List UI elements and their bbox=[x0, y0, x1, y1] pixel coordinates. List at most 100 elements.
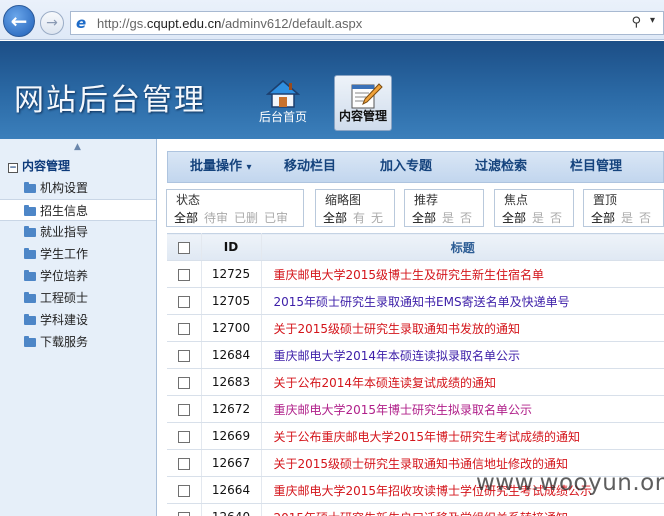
url-domain: cqupt.edu.cn bbox=[146, 16, 222, 31]
folder-icon bbox=[24, 182, 36, 193]
filter-option[interactable]: 否 bbox=[550, 211, 562, 225]
folder-icon bbox=[24, 248, 36, 259]
move-column-button[interactable]: 移动栏目 bbox=[284, 152, 336, 182]
row-title-link[interactable]: 2015年硕士研究生录取通知书EMS寄送名单及快递单号 bbox=[261, 287, 664, 315]
row-id: 12705 bbox=[201, 287, 262, 315]
address-bar[interactable]: e http://gs.cqupt.edu.cn/adminv612/defau… bbox=[70, 11, 664, 35]
notepad-pencil-icon bbox=[351, 83, 383, 109]
filter-option[interactable]: 是 bbox=[442, 211, 454, 225]
batch-operations-button[interactable]: 批量操作 ▾ bbox=[190, 152, 252, 182]
select-all-cell bbox=[167, 233, 202, 261]
sidebar-item-admissions[interactable]: 招生信息 bbox=[0, 199, 156, 221]
row-checkbox[interactable] bbox=[177, 268, 190, 281]
url-path: /adminv612/default.aspx bbox=[221, 16, 363, 31]
row-title-link[interactable]: 关于公布重庆邮电大学2015年博士研究生考试成绩的通知 bbox=[261, 422, 664, 450]
table-header-row: ID 标题 bbox=[167, 233, 664, 261]
table-row: 12705 2015年硕士研究生录取通知书EMS寄送名单及快递单号 bbox=[167, 287, 664, 315]
row-checkbox[interactable] bbox=[177, 511, 190, 516]
row-title-link[interactable]: 2015年硕士研究生新生户口迁移及党组织关系转接通知 bbox=[261, 503, 664, 516]
filter-status: 状态 全部 待审 已删 已审 bbox=[166, 189, 304, 227]
row-id: 12725 bbox=[201, 260, 262, 288]
row-id: 12672 bbox=[201, 395, 262, 423]
row-checkbox[interactable] bbox=[177, 430, 190, 443]
watermark-text: www.wooyun.org bbox=[476, 470, 664, 496]
filter-title: 状态 bbox=[175, 191, 202, 208]
row-title-link[interactable]: 关于2015级硕士研究生录取通知书发放的通知 bbox=[261, 314, 664, 342]
filter-focus: 焦点 全部是否 bbox=[494, 189, 574, 227]
folder-icon bbox=[24, 292, 36, 303]
row-checkbox[interactable] bbox=[177, 349, 190, 362]
select-all-checkbox[interactable] bbox=[177, 241, 190, 254]
forward-arrow-icon[interactable]: → bbox=[40, 11, 64, 35]
nav-home-label: 后台首页 bbox=[258, 110, 307, 124]
add-topic-button[interactable]: 加入专题 bbox=[380, 152, 432, 182]
filter-option[interactable]: 是 bbox=[621, 211, 633, 225]
filter-title: 置顶 bbox=[592, 191, 619, 208]
title-column-header[interactable]: 标题 bbox=[261, 233, 664, 261]
filter-option[interactable]: 否 bbox=[460, 211, 472, 225]
row-checkbox[interactable] bbox=[177, 484, 190, 497]
filter-option[interactable]: 是 bbox=[532, 211, 544, 225]
row-checkbox[interactable] bbox=[177, 457, 190, 470]
row-title-link[interactable]: 重庆邮电大学2015年博士研究生拟录取名单公示 bbox=[261, 395, 664, 423]
sidebar-item-org[interactable]: 机构设置 bbox=[0, 177, 156, 199]
filter-option[interactable]: 全部 bbox=[591, 211, 615, 225]
filter-search-button[interactable]: 过滤检索 bbox=[475, 152, 527, 182]
toolbar: 批量操作 ▾ 移动栏目 加入专题 过滤检索 栏目管理 bbox=[167, 151, 664, 183]
row-id: 12683 bbox=[201, 368, 262, 396]
filter-bar: 状态 全部 待审 已删 已审 缩略图 全部有无 推荐 全部是否 焦点 全部是否 置顶 bbox=[166, 189, 664, 229]
filter-option[interactable]: 有 bbox=[353, 211, 365, 225]
filter-thumbnail: 缩略图 全部有无 bbox=[315, 189, 395, 227]
column-management-button[interactable]: 栏目管理 bbox=[570, 152, 622, 182]
nav-content-button[interactable]: 内容管理 bbox=[334, 75, 392, 131]
collapse-box-icon[interactable]: − bbox=[8, 163, 18, 173]
table-row: 12683 关于公布2014年本硕连读复试成绩的通知 bbox=[167, 368, 664, 396]
filter-option[interactable]: 已审 bbox=[264, 211, 288, 225]
table-row: 12669 关于公布重庆邮电大学2015年博士研究生考试成绩的通知 bbox=[167, 422, 664, 450]
table-row: 126402015年硕士研究生新生户口迁移及党组织关系转接通知 bbox=[167, 503, 664, 516]
filter-option[interactable]: 全部 bbox=[323, 211, 347, 225]
row-id: 12667 bbox=[201, 449, 262, 477]
filter-option[interactable]: 已删 bbox=[234, 211, 258, 225]
filter-recommend: 推荐 全部是否 bbox=[404, 189, 484, 227]
collapse-arrow-icon[interactable]: ▲ bbox=[74, 142, 81, 152]
filter-option[interactable]: 全部 bbox=[502, 211, 526, 225]
folder-icon bbox=[24, 205, 36, 216]
folder-icon bbox=[24, 270, 36, 281]
sidebar-item-downloads[interactable]: 下载服务 bbox=[0, 331, 156, 353]
url-text[interactable]: http://gs.cqupt.edu.cn/adminv612/default… bbox=[97, 16, 362, 31]
sidebar-item-discipline[interactable]: 学科建设 bbox=[0, 309, 156, 331]
filter-option[interactable]: 全部 bbox=[174, 211, 198, 225]
sidebar-item-degree[interactable]: 学位培养 bbox=[0, 265, 156, 287]
folder-icon bbox=[24, 314, 36, 325]
row-checkbox[interactable] bbox=[177, 295, 190, 308]
sidebar-item-student-work[interactable]: 学生工作 bbox=[0, 243, 156, 265]
row-title-link[interactable]: 重庆邮电大学2015级博士生及研究生新生住宿名单 bbox=[261, 260, 664, 288]
nav-content-label: 内容管理 bbox=[338, 109, 387, 123]
sidebar-section-header[interactable]: − 内容管理 bbox=[8, 157, 70, 174]
filter-option[interactable]: 待审 bbox=[204, 211, 228, 225]
row-checkbox[interactable] bbox=[177, 376, 190, 389]
table-row: 12672 重庆邮电大学2015年博士研究生拟录取名单公示 bbox=[167, 395, 664, 423]
filter-option[interactable]: 否 bbox=[639, 211, 651, 225]
id-column-header[interactable]: ID bbox=[201, 233, 262, 261]
filter-option[interactable]: 无 bbox=[371, 211, 383, 225]
sidebar-item-engineering[interactable]: 工程硕士 bbox=[0, 287, 156, 309]
nav-home-button[interactable]: 后台首页 bbox=[254, 75, 312, 131]
filter-title: 推荐 bbox=[413, 191, 440, 208]
row-id: 12640 bbox=[201, 503, 262, 516]
sidebar-item-employment[interactable]: 就业指导 bbox=[0, 221, 156, 243]
dropdown-arrow-icon[interactable]: ▾ bbox=[650, 15, 655, 26]
filter-option[interactable]: 全部 bbox=[412, 211, 436, 225]
filter-pin: 置顶 全部是否 bbox=[583, 189, 664, 227]
row-title-link[interactable]: 重庆邮电大学2014年本硕连读拟录取名单公示 bbox=[261, 341, 664, 369]
row-title-link[interactable]: 关于公布2014年本硕连读复试成绩的通知 bbox=[261, 368, 664, 396]
search-icon[interactable]: ⚲ bbox=[631, 15, 641, 30]
ie-logo-icon: e bbox=[76, 14, 87, 32]
row-checkbox[interactable] bbox=[177, 322, 190, 335]
row-checkbox[interactable] bbox=[177, 403, 190, 416]
site-title: 网站后台管理 bbox=[14, 83, 206, 118]
row-id: 12669 bbox=[201, 422, 262, 450]
back-arrow-icon[interactable]: ← bbox=[3, 5, 35, 37]
browser-chrome: ← → e http://gs.cqupt.edu.cn/adminv612/d… bbox=[0, 0, 664, 40]
